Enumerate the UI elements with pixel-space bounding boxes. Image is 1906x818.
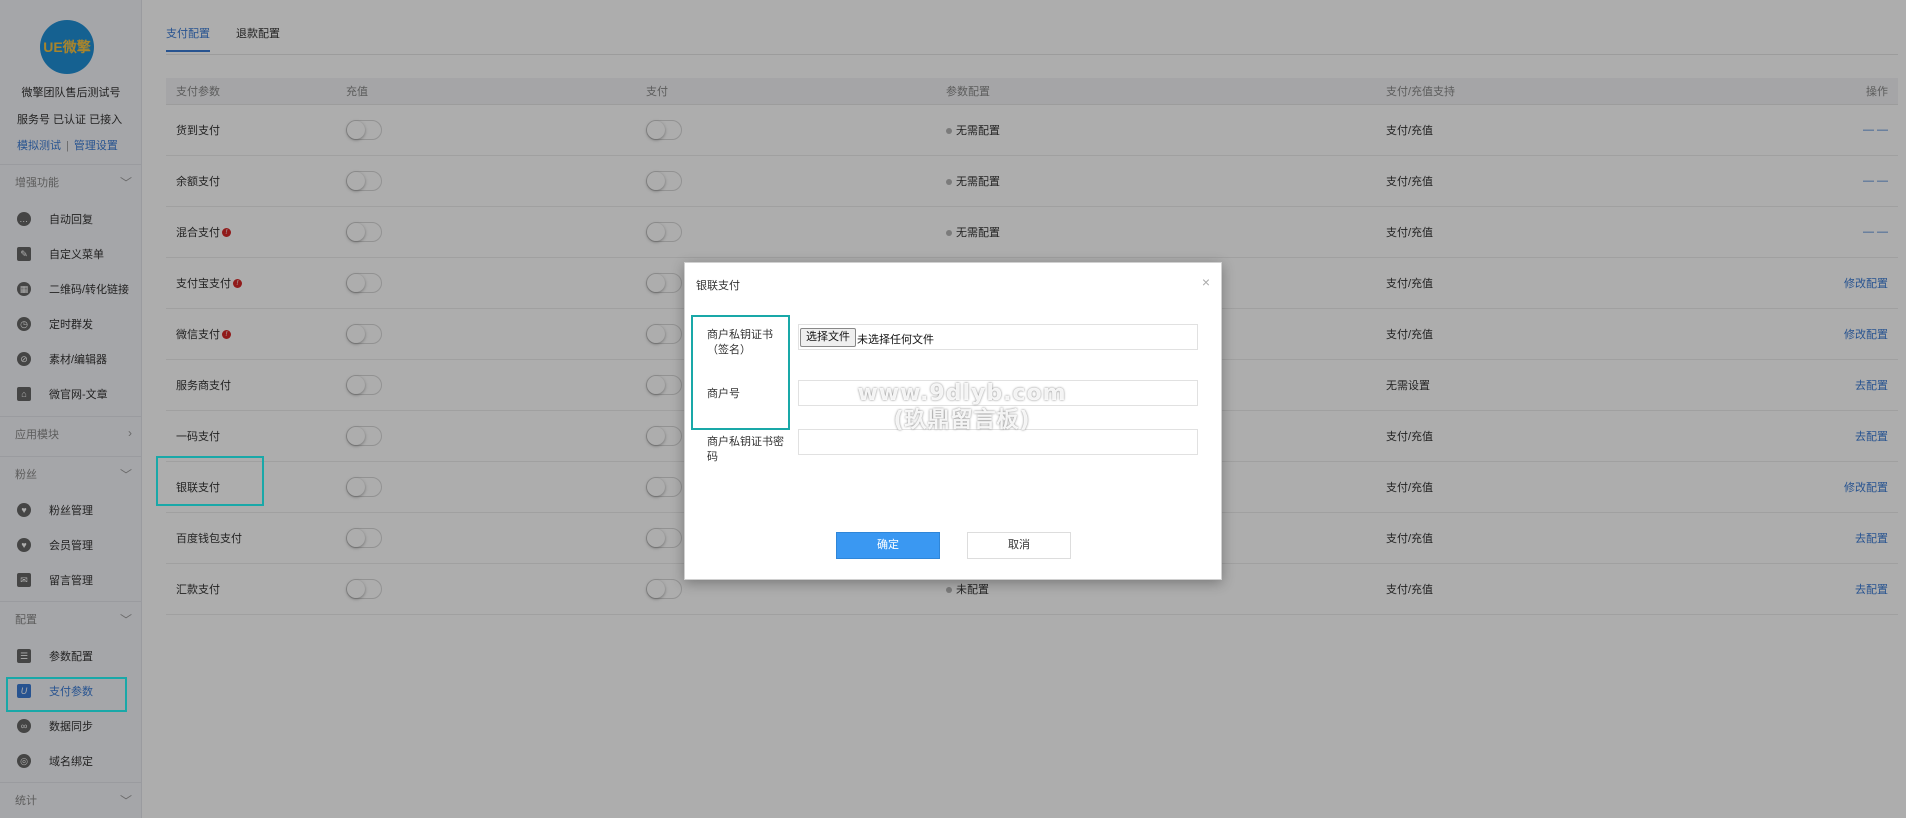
highlight-box-unionpay-row	[156, 456, 264, 506]
cancel-button[interactable]: 取消	[967, 532, 1071, 559]
watermark: www.9dlyb.com (玖鼎留言板)	[852, 380, 1072, 434]
watermark-line: www.9dlyb.com	[857, 381, 1067, 406]
highlight-box-payment-params	[6, 677, 127, 712]
choose-file-button[interactable]: 选择文件	[800, 328, 856, 347]
watermark-line: (玖鼎留言板)	[893, 408, 1031, 433]
highlight-box-fields	[691, 315, 790, 430]
close-icon[interactable]: ×	[1202, 274, 1210, 290]
confirm-button[interactable]: 确定	[836, 532, 940, 559]
dialog-title: 银联支付	[696, 280, 740, 292]
file-status: 未选择任何文件	[857, 334, 934, 346]
cert-password-label: 商户私钥证书密码	[707, 436, 784, 463]
